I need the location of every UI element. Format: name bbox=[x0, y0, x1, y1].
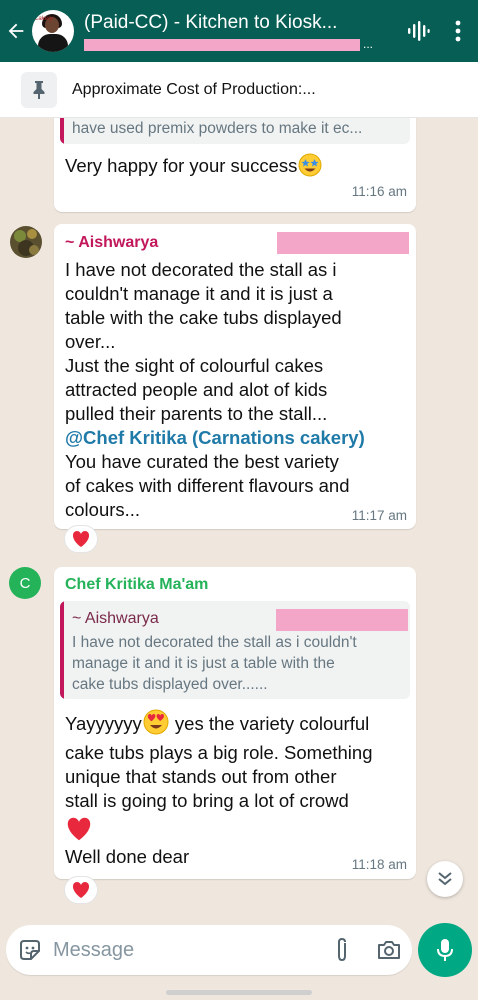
avatar-caption: Cakery bbox=[34, 16, 54, 22]
more-vert-icon[interactable] bbox=[438, 0, 478, 62]
heart-reaction[interactable] bbox=[64, 525, 98, 553]
message-bubble[interactable]: ~ Aishwarya I have not decorated the sta… bbox=[54, 224, 416, 529]
message-text: Very happy for your success bbox=[65, 153, 322, 178]
star-struck-emoji bbox=[298, 153, 322, 177]
chat-area: have used premix powders to make it ec..… bbox=[0, 118, 478, 926]
chat-header: Cakery (Paid-CC) - Kitchen to Kiosk... .… bbox=[0, 0, 478, 62]
message-time: 11:16 am bbox=[351, 184, 407, 199]
mic-icon bbox=[437, 939, 453, 961]
redacted-phone bbox=[277, 232, 409, 254]
mention-link[interactable]: @Chef Kritika (Carnations cakery) bbox=[65, 426, 410, 450]
pinned-message-bar[interactable]: Approximate Cost of Production:... bbox=[0, 62, 478, 118]
sender-name[interactable]: Chef Kritika Ma'am bbox=[65, 576, 208, 594]
pinned-message-text: Approximate Cost of Production:... bbox=[72, 80, 316, 98]
heart-reaction[interactable] bbox=[64, 876, 98, 904]
camera-icon[interactable] bbox=[365, 925, 412, 975]
attach-icon[interactable] bbox=[318, 925, 365, 975]
chat-title-area[interactable]: (Paid-CC) - Kitchen to Kiosk... ... bbox=[84, 12, 398, 51]
quoted-sender: ~ Aishwarya bbox=[72, 610, 159, 627]
mic-button[interactable] bbox=[418, 923, 472, 977]
quoted-message[interactable]: ~ Aishwarya I have not decorated the sta… bbox=[60, 601, 410, 699]
quoted-message[interactable]: have used premix powders to make it ec..… bbox=[60, 118, 410, 144]
chef-kritika-avatar[interactable]: C bbox=[9, 567, 41, 599]
message-composer bbox=[6, 925, 412, 975]
heart-eyes-emoji bbox=[142, 709, 170, 735]
redacted-participants bbox=[84, 38, 360, 51]
chat-title: (Paid-CC) - Kitchen to Kiosk... bbox=[84, 11, 338, 33]
message-input[interactable] bbox=[53, 938, 318, 962]
message-text: Yayyyyyy yes the variety colourful cake … bbox=[65, 709, 410, 869]
group-avatar[interactable]: Cakery bbox=[32, 10, 74, 52]
message-text: I have not decorated the stall as i coul… bbox=[65, 258, 410, 522]
message-time: 11:17 am bbox=[351, 508, 407, 523]
heart-emoji bbox=[65, 813, 410, 845]
redacted-phone bbox=[276, 609, 408, 631]
subtitle-ellipsis: ... bbox=[363, 36, 374, 51]
aishwarya-avatar[interactable] bbox=[10, 226, 42, 258]
voice-call-icon[interactable] bbox=[398, 0, 438, 62]
back-arrow-icon[interactable] bbox=[0, 0, 32, 62]
scroll-down-button[interactable] bbox=[427, 861, 463, 897]
home-indicator bbox=[166, 990, 312, 995]
quoted-text: I have not decorated the stall as i coul… bbox=[72, 634, 357, 693]
message-time: 11:18 am bbox=[351, 857, 407, 872]
message-bubble[interactable]: Chef Kritika Ma'am ~ Aishwarya I have no… bbox=[54, 567, 416, 879]
heart-emoji bbox=[72, 882, 90, 898]
message-bubble[interactable]: have used premix powders to make it ec..… bbox=[54, 118, 416, 212]
pin-icon bbox=[21, 71, 57, 108]
heart-emoji bbox=[72, 531, 90, 547]
sticker-icon[interactable] bbox=[6, 925, 53, 975]
double-chevron-down-icon bbox=[438, 872, 452, 886]
quoted-text: have used premix powders to make it ec..… bbox=[72, 120, 363, 137]
sender-name[interactable]: ~ Aishwarya bbox=[65, 234, 158, 252]
